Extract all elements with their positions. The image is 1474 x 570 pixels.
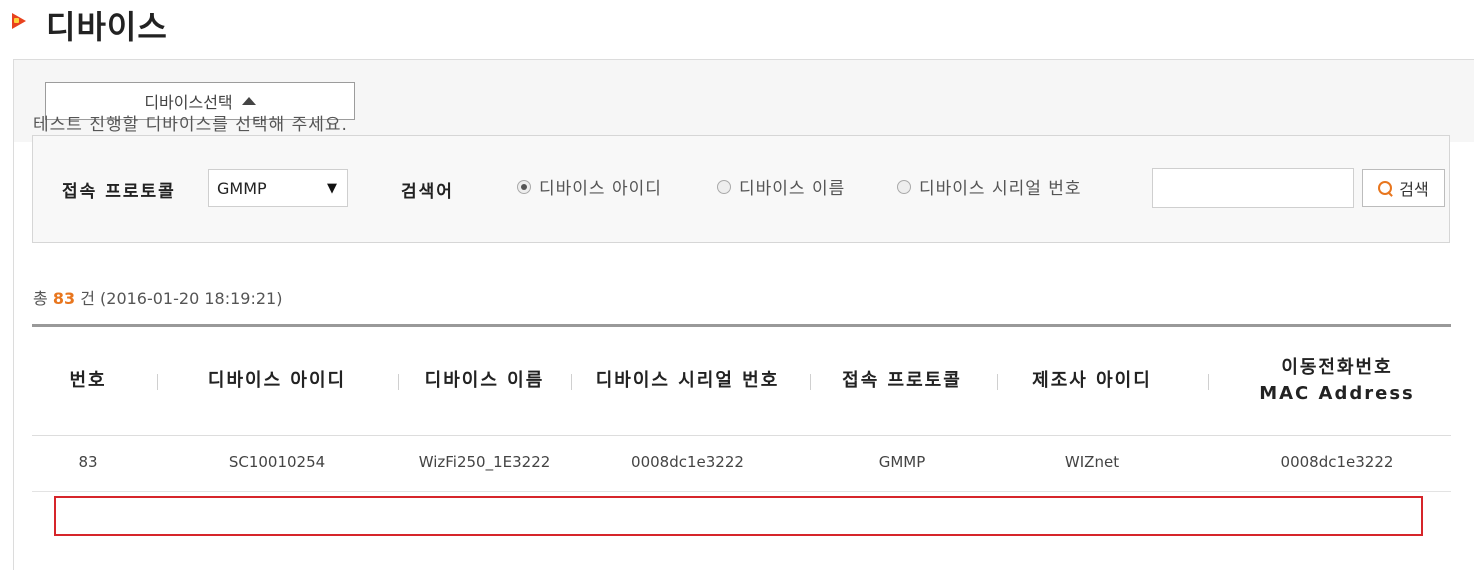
radio-device-serial[interactable]: 디바이스 시리얼 번호 [897, 174, 1082, 199]
radio-device-name-label: 디바이스 이름 [739, 179, 846, 199]
header-device-name-label: 디바이스 이름 [424, 370, 545, 391]
header-separator [997, 374, 998, 390]
keyword-label: 검색어 [401, 182, 454, 202]
dropdown-arrow-icon: ▼ [327, 180, 337, 196]
result-count: 83 [52, 289, 76, 308]
title-arrow-dot [14, 18, 19, 23]
search-input[interactable] [1152, 168, 1354, 208]
header-phone-label: 이동전화번호 [1281, 357, 1393, 378]
header-protocol: 접속 프로토콜 [817, 327, 987, 435]
radio-device-serial-label: 디바이스 시리얼 번호 [919, 179, 1082, 199]
search-icon [1378, 181, 1393, 195]
page-title: 디바이스 [46, 8, 168, 46]
radio-device-name[interactable]: 디바이스 이름 [717, 174, 845, 199]
cell-device-name: WizFi250_1E3222 [418, 453, 551, 471]
radio-device-id[interactable]: 디바이스 아이디 [517, 174, 662, 199]
instruction-text: 테스트 진행할 디바이스를 선택해 주세요. [33, 115, 348, 135]
summary-timestamp: (2016-01-20 18:19:21) [100, 289, 283, 308]
table-header: 번호 디바이스 아이디 디바이스 이름 디바이스 시리얼 번호 접속 프로토콜 … [32, 327, 1451, 436]
header-number-label: 번호 [69, 370, 107, 391]
radio-device-id-label: 디바이스 아이디 [539, 179, 662, 199]
cell-maker-id: WIZnet [1064, 453, 1120, 471]
header-separator [1208, 374, 1209, 390]
header-device-serial: 디바이스 시리얼 번호 [575, 327, 800, 435]
table-row[interactable]: 83 SC10010254 WizFi250_1E3222 0008dc1e32… [32, 436, 1451, 492]
summary-prefix: 총 [33, 289, 48, 308]
header-device-serial-label: 디바이스 시리얼 번호 [595, 370, 780, 391]
protocol-label: 접속 프로토콜 [62, 182, 176, 202]
header-separator [571, 374, 572, 390]
protocol-value: GMMP [217, 178, 267, 198]
radio-unselected-icon[interactable] [717, 179, 731, 194]
header-protocol-label: 접속 프로토콜 [842, 370, 962, 391]
search-box: 접속 프로토콜 GMMP ▼ 검색어 디바이스 아이디 디바이스 이름 디바이스… [32, 135, 1450, 243]
result-summary: 총 83 건 (2016-01-20 18:19:21) [33, 285, 282, 309]
cell-phone-mac: 0008dc1e3222 [1280, 453, 1394, 471]
header-device-name: 디바이스 이름 [402, 327, 567, 435]
search-button[interactable]: 검색 [1362, 169, 1445, 207]
cell-number: 83 [78, 453, 98, 471]
radio-selected-icon[interactable] [517, 179, 531, 194]
header-device-id-label: 디바이스 아이디 [207, 370, 347, 391]
caret-up-icon [241, 97, 256, 105]
header-maker-id: 제조사 아이디 [1007, 327, 1177, 435]
protocol-select[interactable]: GMMP ▼ [208, 169, 348, 207]
cell-device-serial: 0008dc1e3222 [631, 453, 744, 471]
cell-protocol: GMMP [878, 453, 926, 471]
header-separator [157, 374, 158, 390]
header-device-id: 디바이스 아이디 [172, 327, 382, 435]
search-button-label: 검색 [1399, 180, 1429, 199]
header-separator [810, 374, 811, 390]
device-table: 번호 디바이스 아이디 디바이스 이름 디바이스 시리얼 번호 접속 프로토콜 … [32, 324, 1451, 492]
header-number: 번호 [50, 327, 126, 435]
cell-device-id: SC10010254 [228, 453, 326, 471]
header-separator [398, 374, 399, 390]
header-mac-label: MAC Address [1259, 383, 1415, 404]
summary-suffix: 건 [80, 289, 95, 308]
radio-unselected-icon[interactable] [897, 179, 911, 194]
header-phone-mac: 이동전화번호 MAC Address [1232, 327, 1442, 435]
header-maker-id-label: 제조사 아이디 [1032, 370, 1152, 391]
page-header: 디바이스 [0, 0, 1474, 50]
